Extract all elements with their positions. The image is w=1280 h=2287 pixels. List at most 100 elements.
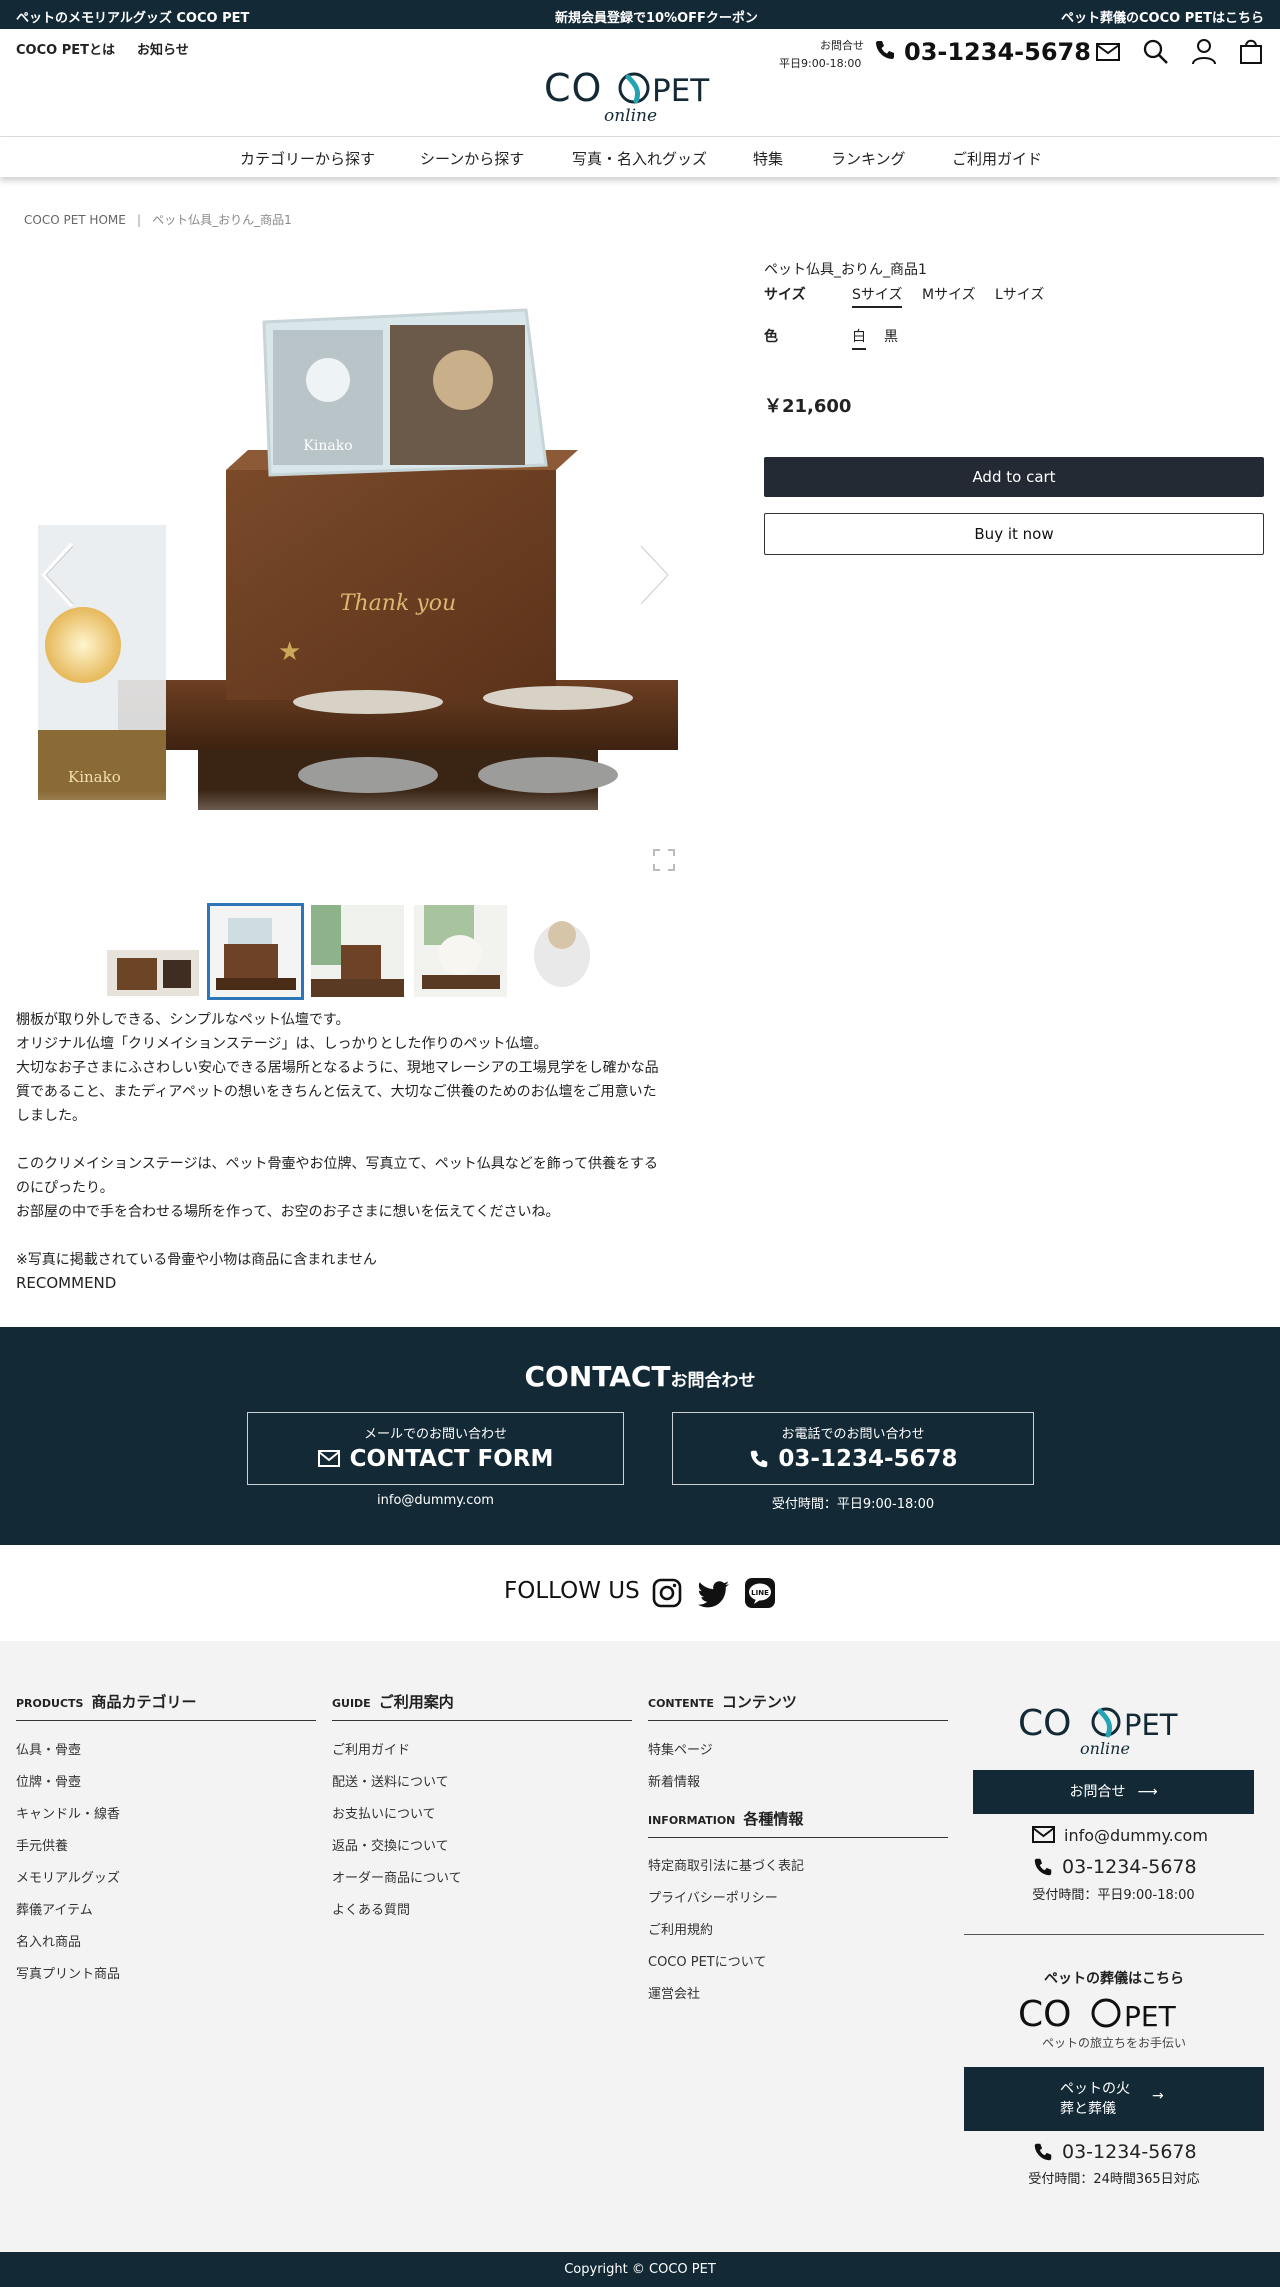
footer-link[interactable]: お支払いについて: [332, 1803, 436, 1822]
mail-icon: [1032, 1825, 1056, 1845]
footer-link[interactable]: よくある質問: [332, 1899, 410, 1918]
funeral-heading: ペットの葬儀はこちら: [1044, 1971, 1184, 1987]
product-main-image[interactable]: Thank you ★ Kinako Kinako: [38, 270, 678, 872]
funeral-tagline: ペットの旅立ちをお手伝い: [1041, 2036, 1186, 2050]
svg-text:LINE: LINE: [751, 1589, 769, 1597]
nav-category[interactable]: カテゴリーから探す: [240, 148, 375, 169]
announce-left[interactable]: ペットのメモリアルグッズ COCO PET: [16, 7, 249, 26]
line-icon[interactable]: LINE: [745, 1578, 775, 1608]
footer-link[interactable]: メモリアルグッズ: [16, 1867, 120, 1886]
description-line: のにぴったり。: [16, 1180, 114, 1196]
gallery-next-arrow[interactable]: [636, 540, 676, 610]
instagram-icon[interactable]: [652, 1578, 682, 1608]
footer-logo[interactable]: CO PET online: [1016, 1699, 1216, 1759]
footer-mail-row[interactable]: info@dummy.com: [1032, 1825, 1208, 1845]
funeral-hours: 受付時間：24時間365日対応: [1028, 2172, 1200, 2187]
product-description: 棚板が取り外しできる、シンプルなペット仏壇です。 オリジナル仏壇「クリメイション…: [16, 1008, 706, 1294]
nav-scene[interactable]: シーンから探す: [420, 148, 524, 169]
thumbnail-1[interactable]: [107, 950, 199, 996]
contact-mail-address[interactable]: info@dummy.com: [247, 1493, 624, 1508]
description-line: 質であること、またディアペットの想いをきちんと伝えて、大切なご供養のためのお仏壇…: [16, 1084, 657, 1100]
contact-title-en: CONTACT: [524, 1360, 671, 1393]
site-logo[interactable]: CO PET online: [540, 65, 740, 125]
description-line: オリジナル仏壇「クリメイションステージ」は、しっかりとした作りのペット仏壇。: [16, 1036, 548, 1052]
contact-phone-number: 03-1234-5678: [778, 1446, 958, 1472]
add-to-cart-button[interactable]: Add to cart: [764, 457, 1264, 497]
footer-link[interactable]: プライバシーポリシー: [648, 1887, 778, 1906]
footer-link[interactable]: 仏具・骨壺: [16, 1739, 81, 1758]
contact-form-box[interactable]: メールでのお問い合わせ CONTACT FORM: [247, 1412, 624, 1485]
announce-coupon[interactable]: 新規会員登録で10%OFFクーポン: [555, 7, 758, 26]
header-link-news[interactable]: お知らせ: [137, 39, 189, 58]
fullscreen-icon[interactable]: [652, 848, 676, 872]
size-option-l[interactable]: Lサイズ: [995, 284, 1044, 304]
funeral-button[interactable]: ペットの火 葬と葬儀 →: [964, 2067, 1264, 2131]
svg-text:Kinako: Kinako: [68, 768, 121, 786]
cart-icon[interactable]: [1238, 37, 1264, 65]
contact-form-label: CONTACT FORM: [349, 1446, 554, 1472]
footer-link[interactable]: 名入れ商品: [16, 1931, 81, 1950]
description-line: 大切なお子さまにふさわしい安心できる居場所となるように、現地マレーシアの工場見学…: [16, 1060, 659, 1076]
nav-photo-goods[interactable]: 写真・名入れグッズ: [572, 148, 707, 169]
funeral-logo[interactable]: CO PET: [1016, 1993, 1216, 2033]
footer-link[interactable]: 運営会社: [648, 1983, 700, 2002]
footer-products-heading: PRODUCTS 商品カテゴリー: [16, 1691, 316, 1721]
nav-ranking[interactable]: ランキング: [831, 148, 906, 169]
footer-link[interactable]: 特集ページ: [648, 1739, 713, 1758]
footer-hours: 受付時間：平日9:00-18:00: [1032, 1888, 1195, 1903]
footer-link[interactable]: 配送・送料について: [332, 1771, 449, 1790]
color-option-white[interactable]: 白: [852, 326, 866, 350]
footer-link[interactable]: 位牌・骨壺: [16, 1771, 81, 1790]
contact-phone-box[interactable]: お電話でのお問い合わせ 03-1234-5678: [672, 1412, 1034, 1485]
color-option-black[interactable]: 黒: [884, 326, 898, 346]
footer-divider: [964, 1934, 1264, 1935]
nav-guide[interactable]: ご利用ガイド: [952, 148, 1042, 169]
main-nav: カテゴリーから探す シーンから探す 写真・名入れグッズ 特集 ランキング ご利用…: [0, 137, 1280, 177]
footer-contact-button[interactable]: お問合せ ⟶: [973, 1770, 1254, 1814]
svg-text:online: online: [604, 106, 657, 123]
contact-tel-hours: 受付時間：平日9:00-18:00: [771, 1497, 935, 1512]
recommend-heading: RECOMMEND: [16, 1274, 117, 1292]
footer-link[interactable]: 写真プリント商品: [16, 1963, 120, 1982]
svg-text:CO: CO: [1018, 1994, 1071, 2033]
twitter-icon[interactable]: [698, 1580, 730, 1608]
footer-link[interactable]: ご利用規約: [648, 1919, 713, 1938]
footer-link[interactable]: 返品・交換について: [332, 1835, 449, 1854]
footer-link[interactable]: 葬儀アイテム: [16, 1899, 93, 1918]
footer-link[interactable]: オーダー商品について: [332, 1867, 462, 1886]
footer-link[interactable]: 特定商取引法に基づく表記: [648, 1855, 804, 1874]
size-option-m[interactable]: Mサイズ: [922, 284, 976, 304]
svg-text:Thank you: Thank you: [340, 591, 456, 616]
size-option-s[interactable]: Sサイズ: [852, 284, 903, 308]
announce-funeral-link[interactable]: ペット葬儀のCOCO PETはこちら: [1061, 7, 1264, 26]
funeral-phone-row[interactable]: 03-1234-5678: [1032, 2141, 1197, 2163]
footer-phone-row[interactable]: 03-1234-5678: [1032, 1856, 1197, 1878]
footer-link[interactable]: COCO PETについて: [648, 1951, 766, 1970]
svg-text:Kinako: Kinako: [303, 438, 352, 454]
arrow-right-icon: ⟶: [1137, 1784, 1158, 1800]
header-phone[interactable]: 03-1234-5678: [904, 38, 1091, 66]
buy-now-button[interactable]: Buy it now: [764, 513, 1264, 555]
tel-caption: お電話でのお問い合わせ: [781, 1427, 925, 1442]
gallery-prev-arrow[interactable]: [38, 540, 78, 610]
footer-link[interactable]: ご利用ガイド: [332, 1739, 410, 1758]
account-icon[interactable]: [1190, 37, 1218, 65]
mail-icon[interactable]: [1095, 38, 1123, 66]
description-line: このクリメイションステージは、ペット骨壷やお位牌、写真立て、ペット仏具などを飾っ…: [16, 1156, 659, 1172]
search-icon[interactable]: [1142, 38, 1170, 66]
footer-link[interactable]: 新着情報: [648, 1771, 700, 1790]
header-contact-label: お問合せ: [820, 39, 864, 52]
mail-caption: メールでのお問い合わせ: [363, 1427, 507, 1442]
color-label: 色: [764, 329, 778, 345]
thumbnail-5[interactable]: [516, 905, 608, 997]
thumbnail-4[interactable]: [414, 905, 507, 997]
footer-link[interactable]: キャンドル・線香: [16, 1803, 120, 1822]
thumbnail-3[interactable]: [311, 905, 404, 997]
nav-feature[interactable]: 特集: [753, 148, 783, 169]
thumbnail-2-selected[interactable]: [207, 903, 304, 1000]
copyright: Copyright © COCO PET: [0, 2252, 1280, 2287]
header-link-about[interactable]: COCO PETとは: [16, 39, 115, 58]
footer-link[interactable]: 手元供養: [16, 1835, 68, 1854]
breadcrumb-home[interactable]: COCO PET HOME: [24, 213, 126, 227]
